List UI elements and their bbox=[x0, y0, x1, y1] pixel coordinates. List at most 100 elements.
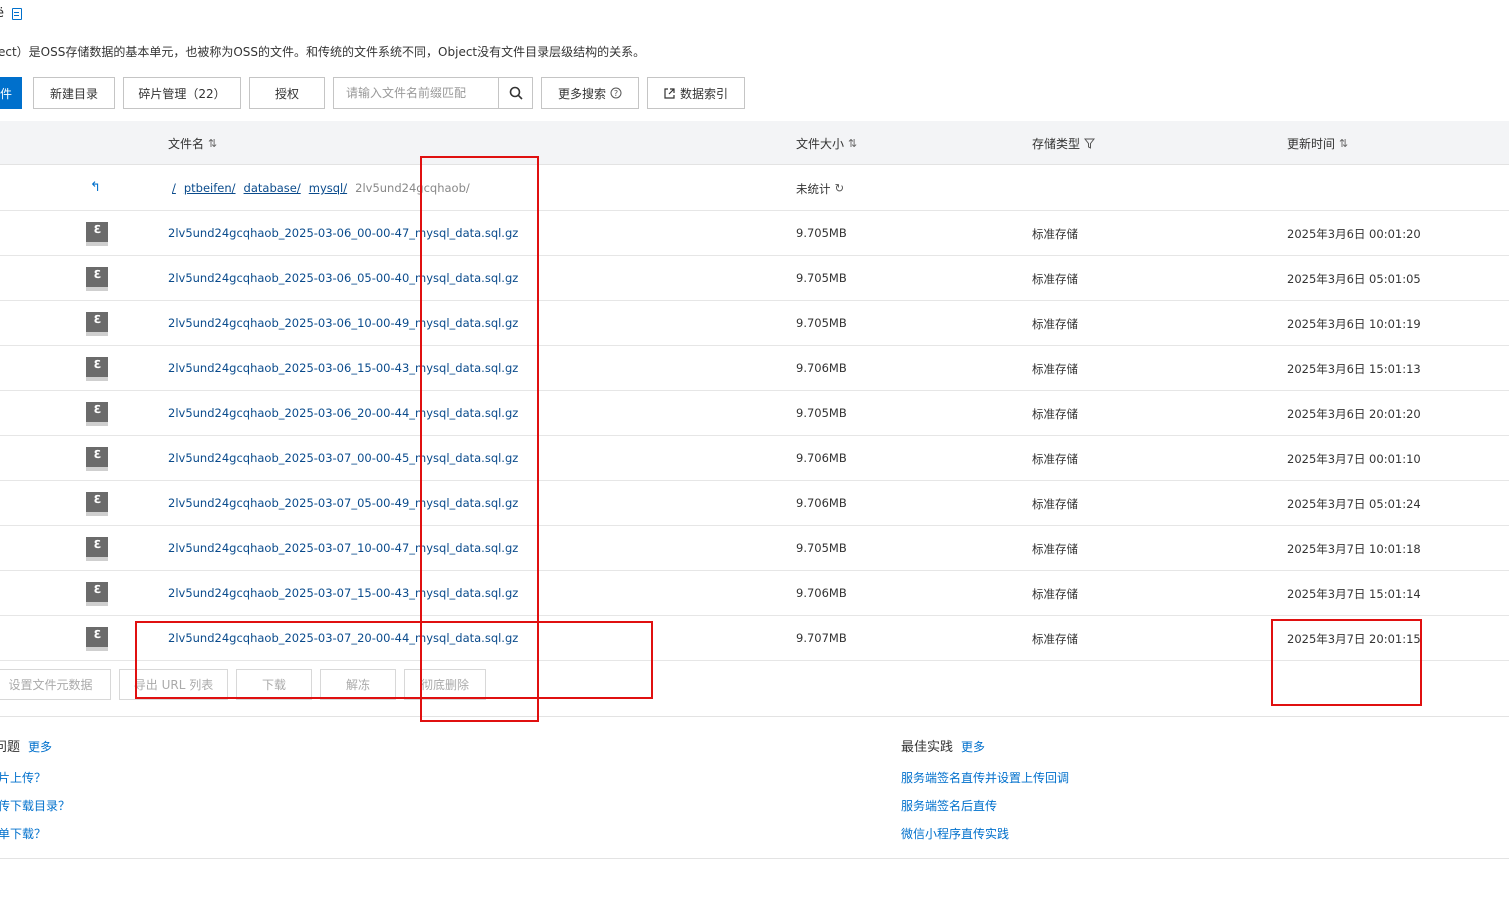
file-name-link[interactable]: 2lv5und24gcqhaob_2025-03-07_00-00-45_mys… bbox=[168, 451, 518, 465]
update-time: 2025年3月6日 00:01:20 bbox=[1287, 227, 1421, 241]
faq-more-link[interactable]: 更多 bbox=[28, 738, 52, 755]
file-size: 9.705MB bbox=[796, 406, 847, 420]
upload-file-button[interactable]: 件 bbox=[0, 77, 22, 109]
storage-type: 标准存储 bbox=[1032, 632, 1078, 646]
unfreeze-button[interactable]: 解冻 bbox=[320, 669, 396, 700]
download-button[interactable]: 下载 bbox=[236, 669, 312, 700]
search-box bbox=[333, 77, 533, 109]
breadcrumb-mysql[interactable]: mysql/ bbox=[309, 181, 347, 195]
table-row[interactable]: ℇ 2lv5und24gcqhaob_2025-03-07_15-00-43_my… bbox=[0, 571, 1509, 616]
best-practice-link-3[interactable]: 微信小程序直传实践 bbox=[901, 825, 1009, 842]
refresh-icon[interactable]: ↻ bbox=[835, 181, 845, 197]
table-row[interactable]: ℇ 2lv5und24gcqhaob_2025-03-06_05-00-40_my… bbox=[0, 256, 1509, 301]
update-time: 2025年3月6日 05:01:05 bbox=[1287, 272, 1421, 286]
breadcrumb-row: ↰ / ptbeifen/ database/ mysql/ 2lv5und24… bbox=[0, 166, 1509, 211]
archive-file-icon: ℇ bbox=[86, 267, 108, 291]
sort-icon[interactable]: ⇅ bbox=[1339, 137, 1348, 150]
page-title-text: ë bbox=[0, 6, 4, 21]
breadcrumb-database[interactable]: database/ bbox=[244, 181, 301, 195]
file-size: 9.706MB bbox=[796, 496, 847, 510]
sort-icon[interactable]: ⇅ bbox=[848, 137, 857, 150]
col-filesize[interactable]: 文件大小 ⇅ bbox=[796, 135, 857, 152]
file-name-link[interactable]: 2lv5und24gcqhaob_2025-03-07_15-00-43_mys… bbox=[168, 586, 518, 600]
sort-icon[interactable]: ⇅ bbox=[208, 137, 217, 150]
fragment-management-button[interactable]: 碎片管理（22） bbox=[123, 77, 241, 109]
archive-file-icon: ℇ bbox=[86, 357, 108, 381]
best-practice-more-link[interactable]: 更多 bbox=[961, 738, 985, 755]
faq-link-3[interactable]: 单下载？ bbox=[0, 825, 46, 842]
file-name-link[interactable]: 2lv5und24gcqhaob_2025-03-07_20-00-44_mys… bbox=[168, 631, 518, 645]
table-row[interactable]: ℇ 2lv5und24gcqhaob_2025-03-06_15-00-43_my… bbox=[0, 346, 1509, 391]
faq-link-2[interactable]: 传下载目录？ bbox=[0, 797, 70, 814]
update-time: 2025年3月7日 00:01:10 bbox=[1287, 452, 1421, 466]
export-url-button[interactable]: 导出 URL 列表 bbox=[119, 669, 228, 700]
best-practice-link-1[interactable]: 服务端签名直传并设置上传回调 bbox=[901, 769, 1069, 786]
file-name-link[interactable]: 2lv5und24gcqhaob_2025-03-06_05-00-40_mys… bbox=[168, 271, 518, 285]
filter-icon[interactable] bbox=[1084, 138, 1096, 149]
doc-icon[interactable] bbox=[12, 7, 22, 20]
divider bbox=[0, 716, 1509, 717]
storage-type: 标准存储 bbox=[1032, 317, 1078, 331]
breadcrumb-ptbeifen[interactable]: ptbeifen/ bbox=[184, 181, 236, 195]
table-header: 文件名 ⇅ 文件大小 ⇅ 存储类型 更新时间 ⇅ bbox=[0, 121, 1509, 165]
update-time: 2025年3月7日 20:01:15 bbox=[1287, 632, 1421, 646]
table-row[interactable]: ℇ 2lv5und24gcqhaob_2025-03-07_20-00-44_my… bbox=[0, 616, 1509, 661]
more-search-button[interactable]: 更多搜索 ? bbox=[541, 77, 639, 109]
table-row[interactable]: ℇ 2lv5und24gcqhaob_2025-03-06_20-00-44_my… bbox=[0, 391, 1509, 436]
archive-file-icon: ℇ bbox=[86, 537, 108, 561]
file-name-link[interactable]: 2lv5und24gcqhaob_2025-03-07_05-00-49_mys… bbox=[168, 496, 518, 510]
file-size: 9.706MB bbox=[796, 451, 847, 465]
table-row[interactable]: ℇ 2lv5und24gcqhaob_2025-03-07_05-00-49_my… bbox=[0, 481, 1509, 526]
search-icon bbox=[509, 86, 523, 100]
unstat-cell: 未统计 ↻ bbox=[796, 181, 844, 197]
permanent-delete-button[interactable]: 彻底删除 bbox=[404, 669, 486, 700]
col-update-time[interactable]: 更新时间 ⇅ bbox=[1287, 135, 1348, 152]
archive-file-icon: ℇ bbox=[86, 312, 108, 336]
svg-text:?: ? bbox=[614, 89, 618, 98]
file-name-link[interactable]: 2lv5und24gcqhaob_2025-03-06_20-00-44_mys… bbox=[168, 406, 518, 420]
table-row[interactable]: ℇ 2lv5und24gcqhaob_2025-03-06_10-00-49_my… bbox=[0, 301, 1509, 346]
best-practice-title: 最佳实践 bbox=[901, 740, 954, 755]
update-time: 2025年3月6日 10:01:19 bbox=[1287, 317, 1421, 331]
external-link-icon bbox=[664, 87, 675, 99]
update-time: 2025年3月6日 20:01:20 bbox=[1287, 407, 1421, 421]
breadcrumb-current: 2lv5und24gcqhaob/ bbox=[355, 181, 470, 195]
archive-file-icon: ℇ bbox=[86, 447, 108, 471]
authorize-button[interactable]: 授权 bbox=[249, 77, 325, 109]
table-row[interactable]: ℇ 2lv5und24gcqhaob_2025-03-06_00-00-47_my… bbox=[0, 211, 1509, 256]
file-name-link[interactable]: 2lv5und24gcqhaob_2025-03-07_10-00-47_mys… bbox=[168, 541, 518, 555]
col-filename[interactable]: 文件名 ⇅ bbox=[168, 135, 217, 152]
col-filename-label: 文件名 bbox=[168, 137, 205, 151]
help-icon: ? bbox=[610, 87, 622, 99]
table-row[interactable]: ℇ 2lv5und24gcqhaob_2025-03-07_10-00-47_my… bbox=[0, 526, 1509, 571]
storage-type: 标准存储 bbox=[1032, 587, 1078, 601]
breadcrumb-root[interactable]: / bbox=[172, 181, 176, 195]
archive-file-icon: ℇ bbox=[86, 627, 108, 651]
archive-file-icon: ℇ bbox=[86, 582, 108, 606]
update-time: 2025年3月7日 10:01:18 bbox=[1287, 542, 1421, 556]
file-name-link[interactable]: 2lv5und24gcqhaob_2025-03-06_00-00-47_mys… bbox=[168, 226, 518, 240]
back-icon[interactable]: ↰ bbox=[90, 180, 101, 195]
file-size: 9.706MB bbox=[796, 586, 847, 600]
new-directory-button[interactable]: 新建目录 bbox=[33, 77, 115, 109]
faq-link-1[interactable]: 片上传？ bbox=[0, 769, 46, 786]
search-input[interactable] bbox=[334, 78, 499, 108]
storage-type: 标准存储 bbox=[1032, 272, 1078, 286]
data-index-button[interactable]: 数据索引 bbox=[647, 77, 745, 109]
update-time: 2025年3月6日 15:01:13 bbox=[1287, 362, 1421, 376]
file-name-link[interactable]: 2lv5und24gcqhaob_2025-03-06_15-00-43_mys… bbox=[168, 361, 518, 375]
storage-type: 标准存储 bbox=[1032, 362, 1078, 376]
table-row[interactable]: ℇ 2lv5und24gcqhaob_2025-03-07_00-00-45_my… bbox=[0, 436, 1509, 481]
divider bbox=[0, 858, 1509, 859]
col-storage-type[interactable]: 存储类型 bbox=[1032, 135, 1096, 152]
best-practice-link-2[interactable]: 服务端签名后直传 bbox=[901, 797, 997, 814]
search-button[interactable] bbox=[498, 78, 532, 108]
file-name-link[interactable]: 2lv5und24gcqhaob_2025-03-06_10-00-49_mys… bbox=[168, 316, 518, 330]
set-metadata-button[interactable]: 设置文件元数据 bbox=[0, 669, 111, 700]
unstat-label: 未统计 bbox=[796, 182, 831, 196]
storage-type: 标准存储 bbox=[1032, 407, 1078, 421]
breadcrumb: / ptbeifen/ database/ mysql/ 2lv5und24gc… bbox=[172, 181, 470, 195]
col-storage-type-label: 存储类型 bbox=[1032, 137, 1081, 151]
archive-file-icon: ℇ bbox=[86, 492, 108, 516]
page-description: ect）是OSS存储数据的基本单元，也被称为OSS的文件。和传统的文件系统不同，… bbox=[0, 45, 646, 59]
